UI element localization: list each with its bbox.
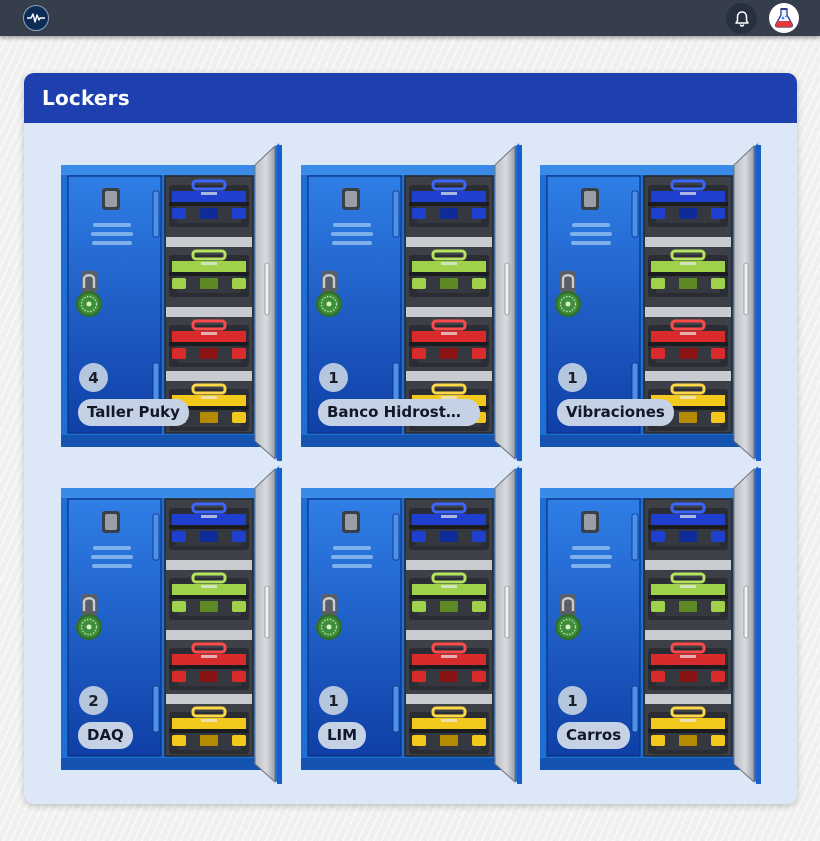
locker-tile[interactable]: 4 Taller Puky <box>61 143 283 461</box>
user-avatar[interactable] <box>769 3 799 33</box>
locker-name-label: Carros <box>557 722 631 749</box>
card-header: Lockers <box>24 73 797 123</box>
signal-wave-logo-icon[interactable] <box>23 5 49 31</box>
locker-tile[interactable]: 1 Banco Hidrostát... <box>301 143 523 461</box>
locker-count-badge: 1 <box>558 363 587 392</box>
locker-tile[interactable]: 1 LIM <box>301 466 523 784</box>
locker-tile[interactable]: 1 Vibraciones <box>540 143 762 461</box>
locker-name-label: DAQ <box>78 722 133 749</box>
locker-count-badge: 4 <box>79 363 108 392</box>
locker-name-label: LIM <box>318 722 367 749</box>
lockers-grid: 4 Taller Puky 1 Banco Hidrostát... 1 Vib… <box>24 123 797 804</box>
locker-count-badge: 2 <box>79 686 108 715</box>
locker-count-badge: 1 <box>319 686 348 715</box>
locker-name-label: Vibraciones <box>557 399 674 426</box>
locker-tile[interactable]: 1 Carros <box>540 466 762 784</box>
locker-tile[interactable]: 2 DAQ <box>61 466 283 784</box>
locker-count-badge: 1 <box>558 686 587 715</box>
bell-icon[interactable] <box>726 3 757 34</box>
locker-count-badge: 1 <box>319 363 348 392</box>
top-navbar <box>0 0 820 36</box>
locker-name-label: Taller Puky <box>78 399 189 426</box>
locker-name-label: Banco Hidrostát... <box>318 399 480 426</box>
page-title: Lockers <box>42 86 130 110</box>
lockers-card: Lockers 4 Taller Puky 1 Banco Hidrostát.… <box>24 73 797 804</box>
lab-flask-avatar-icon <box>774 8 794 28</box>
